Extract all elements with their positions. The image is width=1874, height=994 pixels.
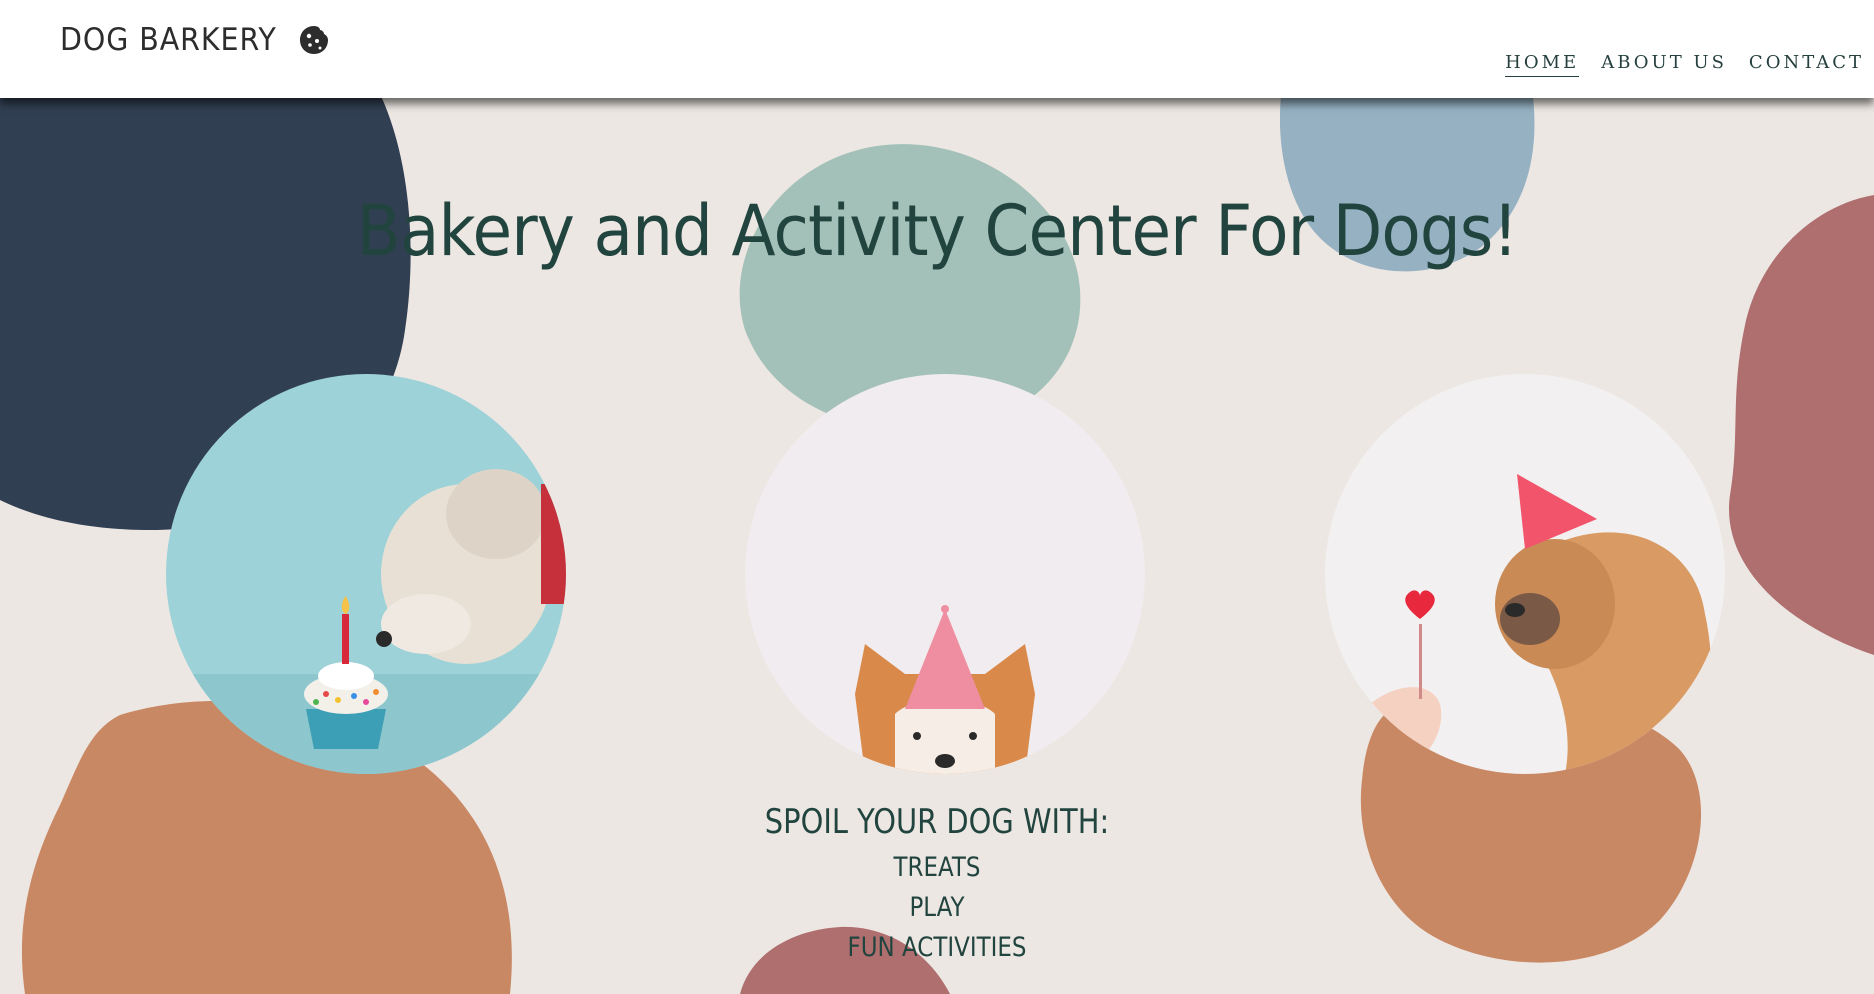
site-header: DOG BARKERY HOME ABOUT US CONTACT: [0, 0, 1874, 98]
brand-logo[interactable]: DOG BARKERY: [60, 18, 330, 62]
spoil-item-treats: TREATS: [893, 852, 981, 883]
photo-dog-cupcake: [166, 374, 566, 774]
photo-sharpei-party-hat: [1325, 374, 1725, 774]
nav-home[interactable]: HOME: [1505, 52, 1580, 77]
photo-dog-party-hat: [745, 374, 1145, 774]
main-nav: HOME ABOUT US CONTACT: [1505, 52, 1864, 77]
spoil-item-fun-activities: FUN ACTIVITIES: [847, 932, 1027, 963]
spoil-section: SPOIL YOUR DOG WITH: TREATS PLAY FUN ACT…: [0, 802, 1874, 968]
nav-contact[interactable]: CONTACT: [1749, 52, 1864, 77]
spoil-item-play: PLAY: [909, 892, 965, 923]
cookie-icon: [299, 26, 328, 54]
hero-title: Bakery and Activity Center For Dogs!: [356, 190, 1519, 272]
spoil-heading: SPOIL YOUR DOG WITH:: [764, 802, 1110, 842]
nav-about-us[interactable]: ABOUT US: [1601, 52, 1727, 77]
spoil-list: TREATS PLAY FUN ACTIVITIES: [0, 848, 1874, 968]
brand-name: DOG BARKERY: [60, 22, 277, 58]
